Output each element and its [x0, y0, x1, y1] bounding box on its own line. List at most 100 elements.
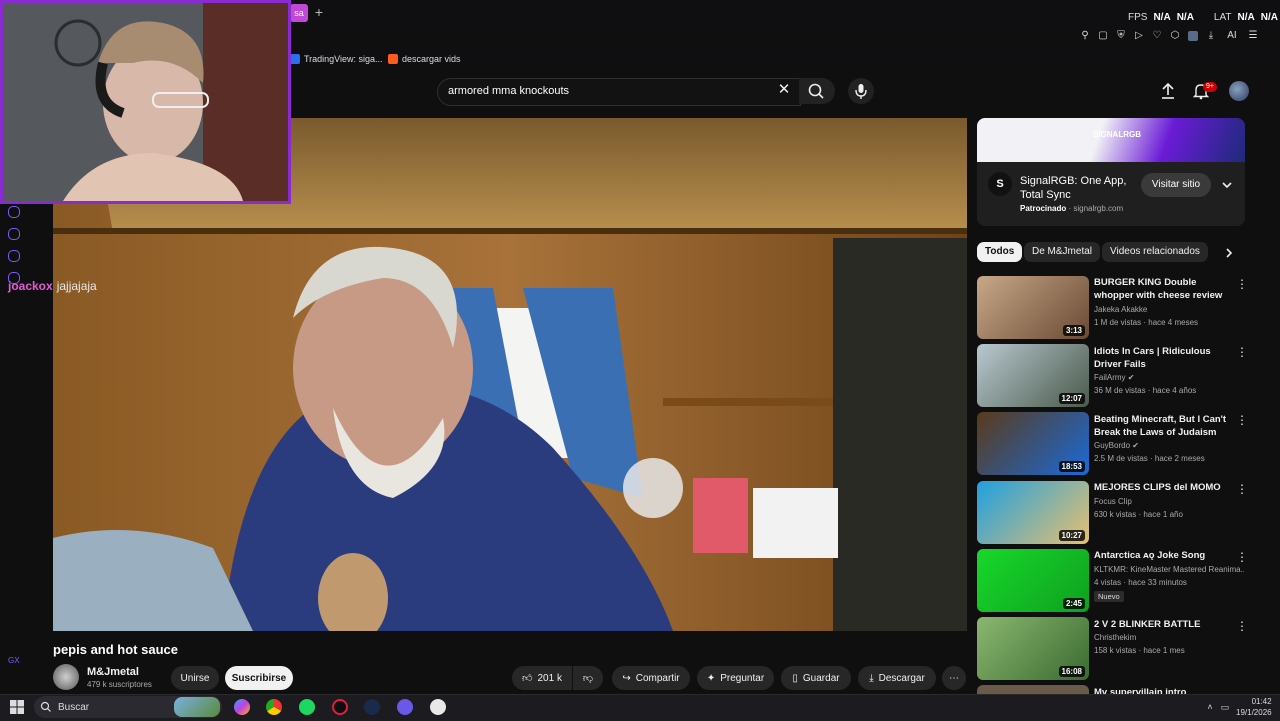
rec-channel[interactable]: Focus Clip [1094, 497, 1132, 506]
shield-icon[interactable]: ⛨ [1116, 31, 1126, 41]
ad-banner[interactable] [977, 118, 1245, 162]
chevron-down-icon[interactable] [1220, 178, 1234, 192]
copilot-icon[interactable] [234, 699, 250, 715]
rec-thumbnail[interactable]: 3:13 [977, 276, 1089, 339]
clock-time: 01:42 [1251, 697, 1272, 706]
browser-toolbar-icons: ⚲ ▢ ⛨ ▷ ♡ ⬡ ⤓ AI ☰ [1080, 31, 1258, 41]
more-vertical-icon[interactable]: ⋮ [1236, 482, 1248, 496]
screenshot-icon[interactable]: ▢ [1098, 31, 1108, 41]
download-button[interactable]: ⤓ Descargar [858, 666, 936, 690]
more-actions-button[interactable]: ⋯ [942, 666, 966, 690]
rec-meta: 158 k vistas · hace 1 mes [1094, 646, 1185, 655]
chevron-up-icon[interactable]: ˄ [1205, 702, 1215, 712]
windows-start-icon[interactable] [10, 700, 24, 714]
more-vertical-icon[interactable]: ⋮ [1236, 413, 1248, 427]
chevron-right-icon[interactable] [1222, 246, 1236, 260]
rec-channel[interactable]: FailArmy ✔ [1094, 373, 1135, 382]
pin-icon[interactable]: ⚲ [1080, 31, 1090, 41]
search-icon [808, 83, 824, 99]
app-icon[interactable] [430, 699, 446, 715]
rec-title[interactable]: 2 V 2 BLINKER BATTLE [1094, 618, 1230, 631]
verified-icon: ✔ [1132, 441, 1139, 450]
channel-avatar[interactable] [53, 664, 79, 690]
subscriber-count: 479 k suscriptores [87, 680, 152, 689]
like-button[interactable]: 👍︎ 201 k [512, 666, 572, 690]
save-button[interactable]: ▯ Guardar [781, 666, 851, 690]
rec-title[interactable]: MEJORES CLIPS del MOMO [1094, 481, 1230, 494]
lat-value: N/A [1237, 12, 1255, 23]
network-icon[interactable]: ▭ [1220, 702, 1230, 712]
video-duration: 3:13 [1062, 325, 1085, 336]
download-icon: ⤓ [869, 672, 874, 684]
rec-title[interactable]: BURGER KING Double whopper with cheese r… [1094, 276, 1230, 302]
ai-icon[interactable]: AI [1224, 31, 1240, 41]
more-vertical-icon[interactable]: ⋮ [1236, 619, 1248, 633]
rec-title[interactable]: My supervillain intro [1094, 686, 1230, 694]
share-button[interactable]: ↪ Compartir [612, 666, 690, 690]
search-icon [40, 701, 51, 712]
more-horizontal-icon: ⋯ [949, 672, 959, 684]
chip-channel[interactable]: De M&Jmetal [1024, 242, 1101, 262]
search-button[interactable] [799, 78, 835, 104]
more-vertical-icon[interactable]: ⋮ [1236, 277, 1248, 291]
ad-title[interactable]: SignalRGB: One App, Total Sync [1020, 174, 1140, 202]
dislike-button[interactable]: 👎︎ [573, 666, 603, 690]
rec-channel[interactable]: Christhekim [1094, 633, 1136, 642]
spotify-icon[interactable] [299, 699, 315, 715]
channel-name[interactable]: M&Jmetal [87, 666, 139, 678]
clear-search-icon[interactable]: ✕ [777, 82, 791, 98]
chip-todos[interactable]: Todos [977, 242, 1023, 262]
menu-icon[interactable]: ☰ [1248, 31, 1258, 41]
advertiser-icon: S [988, 172, 1012, 196]
clock-date: 19/1/2026 [1236, 708, 1272, 717]
rec-title[interactable]: Beating Minecraft, But I Can't Break the… [1094, 413, 1230, 439]
heart-icon[interactable]: ♡ [1152, 31, 1162, 41]
overlay-chat-icon [8, 250, 20, 262]
rec-thumbnail[interactable]: 2:45 [977, 549, 1089, 612]
video-duration: 18:53 [1058, 461, 1085, 472]
discord-icon[interactable] [397, 699, 413, 715]
join-button[interactable]: Unirse [171, 666, 219, 690]
rec-thumbnail[interactable]: 16:08 [977, 617, 1089, 680]
ask-button[interactable]: ✦ Preguntar [697, 666, 774, 690]
clock[interactable]: 01:42 19/1/2026 [1236, 696, 1272, 718]
more-vertical-icon[interactable]: ⋮ [1236, 345, 1248, 359]
rec-thumbnail[interactable] [977, 685, 1089, 694]
play-icon[interactable]: ▷ [1134, 31, 1144, 41]
visit-site-button[interactable]: Visitar sitio [1141, 173, 1211, 197]
rec-title[interactable]: Antarctica ᴀǫ Joke Song [1094, 549, 1230, 562]
create-button[interactable] [1160, 82, 1176, 100]
subscribe-button[interactable]: Suscribirse [225, 666, 293, 690]
sparkle-icon: ✦ [706, 672, 716, 684]
more-vertical-icon[interactable]: ⋮ [1236, 550, 1248, 564]
rec-thumbnail[interactable]: 12:07 [977, 344, 1089, 407]
extensions-icon[interactable]: ⬡ [1170, 31, 1180, 41]
browser-tab-active[interactable]: sa [290, 4, 308, 22]
rec-thumbnail[interactable]: 10:27 [977, 481, 1089, 544]
bookmark-icon: ▯ [792, 672, 798, 684]
account-avatar[interactable] [1229, 81, 1249, 101]
rec-channel[interactable]: KLTKMR: KineMaster Mastered Reanima... [1094, 565, 1244, 574]
search-query[interactable]: armored mma knockouts [448, 85, 569, 97]
bookmark-descargar-vids[interactable]: descargar vids [388, 54, 461, 64]
rec-meta: 1 M de vistas · hace 4 meses [1094, 318, 1199, 327]
video-title: pepis and hot sauce [53, 642, 178, 657]
bookmark-tradingview[interactable]: TradingView: siga... [290, 54, 383, 64]
chrome-icon[interactable] [266, 699, 282, 715]
rec-channel[interactable]: Jakeka Akakke [1094, 305, 1147, 314]
voice-search-button[interactable] [848, 78, 874, 104]
rec-meta: 4 vistas · hace 33 minutos [1094, 578, 1187, 587]
opera-gx-icon[interactable] [332, 699, 348, 715]
tradingview-icon [290, 54, 300, 64]
new-tab-button[interactable]: + [312, 4, 326, 20]
taskbar-search-placeholder[interactable]: Buscar [58, 702, 89, 713]
rec-thumbnail[interactable]: 18:53 [977, 412, 1089, 475]
thumbs-up-icon: 👍︎ [522, 673, 533, 684]
rec-meta: 36 M de vistas · hace 4 años [1094, 386, 1197, 395]
rec-channel[interactable]: GuyBordo ✔ [1094, 441, 1139, 450]
chip-related[interactable]: Videos relacionados [1102, 242, 1208, 262]
profile-icon[interactable] [1188, 31, 1198, 41]
download-icon[interactable]: ⤓ [1206, 31, 1216, 41]
steam-icon[interactable] [364, 699, 380, 715]
rec-title[interactable]: Idiots In Cars | Ridiculous Driver Fails [1094, 345, 1230, 371]
